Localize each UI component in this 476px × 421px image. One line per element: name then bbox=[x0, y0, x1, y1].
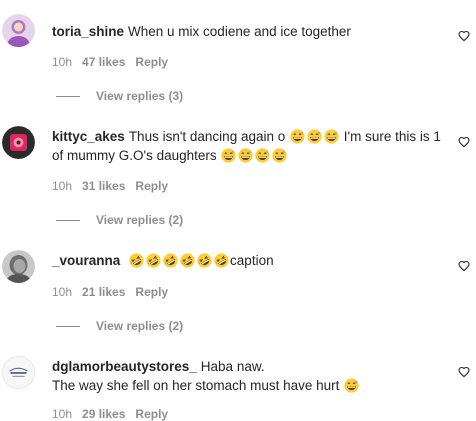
avatar-image bbox=[2, 250, 35, 283]
rolling-laughing-emoji bbox=[146, 253, 161, 268]
view-replies-label: View replies (2) bbox=[96, 213, 184, 227]
likes-count[interactable]: 31 likes bbox=[82, 179, 125, 193]
username[interactable]: dglamorbeautystores_ bbox=[52, 359, 197, 374]
comment-time: 10h bbox=[52, 55, 73, 69]
grinning-sweat-emoji bbox=[290, 129, 305, 144]
grinning-sweat-emoji bbox=[344, 378, 359, 393]
comment-body-line2: The way she fell on her stomach must hav… bbox=[52, 378, 340, 393]
comment-text: toria_shine When u mix codiene and ice to… bbox=[52, 22, 444, 41]
comment-body-line1: Haba naw. bbox=[200, 359, 265, 374]
comment-text: kittyc_akes Thus isn't dancing again o I'… bbox=[52, 127, 444, 165]
grinning-sweat-emoji bbox=[255, 148, 271, 163]
like-heart-icon[interactable] bbox=[458, 366, 470, 378]
comment-meta: 10h 47 likes Reply bbox=[52, 55, 178, 69]
comment-time: 10h bbox=[52, 179, 73, 193]
grinning-sweat-emoji bbox=[324, 129, 339, 144]
rolling-laughing-emoji bbox=[163, 253, 178, 268]
comment-body-part1: Thus isn't dancing again o bbox=[128, 129, 286, 144]
rolling-laughing-emoji bbox=[197, 253, 212, 268]
comment-meta: 10h 31 likes Reply bbox=[52, 179, 178, 193]
avatar[interactable] bbox=[2, 250, 35, 283]
like-heart-icon[interactable] bbox=[458, 260, 470, 272]
like-heart-icon[interactable] bbox=[458, 136, 470, 148]
likes-count[interactable]: 29 likes bbox=[82, 407, 125, 421]
rolling-laughing-emoji bbox=[180, 253, 195, 268]
avatar-image bbox=[3, 357, 34, 388]
view-replies-button[interactable]: View replies (3) bbox=[56, 89, 183, 103]
grinning-sweat-emoji bbox=[272, 148, 288, 163]
replies-divider bbox=[56, 95, 80, 97]
rolling-laughing-emoji bbox=[129, 253, 144, 268]
comment-meta: 10h 29 likes Reply bbox=[52, 407, 178, 421]
grinning-sweat-emoji bbox=[221, 148, 237, 163]
comment-body: When u mix codiene and ice together bbox=[128, 24, 351, 39]
likes-count[interactable]: 21 likes bbox=[82, 285, 125, 299]
reply-button[interactable]: Reply bbox=[135, 55, 168, 69]
comment-text: dglamorbeautystores_ Haba naw. The way sh… bbox=[52, 357, 444, 395]
comment-time: 10h bbox=[52, 407, 73, 421]
comment-body: caption bbox=[230, 253, 274, 268]
comment-meta: 10h 21 likes Reply bbox=[52, 285, 178, 299]
replies-divider bbox=[56, 219, 80, 221]
avatar[interactable] bbox=[2, 14, 35, 47]
comment-text: _vouranna caption bbox=[52, 251, 444, 270]
grinning-sweat-emoji bbox=[238, 148, 254, 163]
comment-time: 10h bbox=[52, 285, 73, 299]
grinning-sweat-emoji bbox=[307, 129, 322, 144]
like-heart-icon[interactable] bbox=[458, 30, 470, 42]
avatar-image bbox=[2, 14, 35, 47]
view-replies-label: View replies (2) bbox=[96, 319, 184, 333]
replies-divider bbox=[56, 325, 80, 327]
username[interactable]: kittyc_akes bbox=[52, 129, 125, 144]
view-replies-label: View replies (3) bbox=[96, 89, 184, 103]
avatar-image bbox=[2, 126, 35, 159]
username[interactable]: toria_shine bbox=[52, 24, 124, 39]
reply-button[interactable]: Reply bbox=[135, 407, 168, 421]
username[interactable]: _vouranna bbox=[52, 253, 120, 268]
avatar[interactable] bbox=[2, 126, 35, 159]
view-replies-button[interactable]: View replies (2) bbox=[56, 319, 183, 333]
reply-button[interactable]: Reply bbox=[135, 285, 168, 299]
view-replies-button[interactable]: View replies (2) bbox=[56, 213, 183, 227]
avatar[interactable] bbox=[2, 356, 35, 389]
likes-count[interactable]: 47 likes bbox=[82, 55, 125, 69]
reply-button[interactable]: Reply bbox=[135, 179, 168, 193]
rolling-laughing-emoji bbox=[214, 253, 229, 268]
